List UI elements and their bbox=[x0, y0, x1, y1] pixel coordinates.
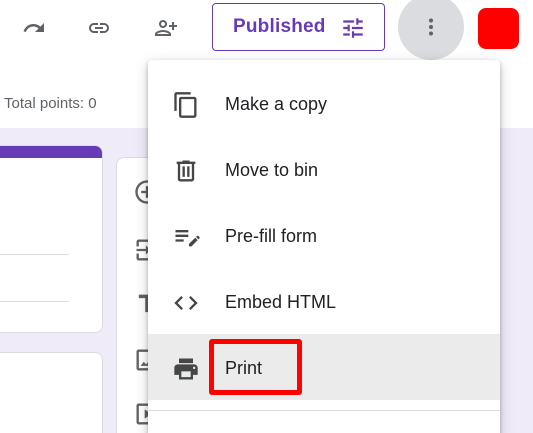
menu-item-print[interactable]: Print bbox=[148, 334, 500, 400]
menu-divider bbox=[148, 410, 500, 411]
question-card[interactable] bbox=[0, 352, 103, 433]
published-button[interactable]: Published bbox=[212, 3, 385, 51]
menu-item-label: Embed HTML bbox=[225, 292, 337, 312]
menu-item-make-a-copy[interactable]: Make a copy bbox=[148, 70, 500, 136]
menu-item-move-to-bin[interactable]: Move to bin bbox=[148, 136, 500, 202]
menu-item-embed-html[interactable]: Embed HTML bbox=[148, 268, 500, 334]
menu-item-pre-fill-form[interactable]: Pre-fill form bbox=[148, 202, 500, 268]
published-label: Published bbox=[233, 16, 326, 37]
link-icon[interactable] bbox=[79, 8, 119, 48]
prefill-icon bbox=[172, 223, 200, 251]
menu-item-label: Make a copy bbox=[225, 94, 328, 114]
person-add-icon[interactable] bbox=[146, 8, 186, 48]
total-points: Total points: 0 bbox=[4, 95, 97, 112]
more-vert-icon bbox=[419, 15, 443, 39]
copy-icon bbox=[172, 91, 200, 119]
top-toolbar: Published bbox=[0, 0, 533, 60]
tune-icon bbox=[340, 15, 366, 41]
code-icon bbox=[172, 289, 200, 317]
avatar[interactable] bbox=[478, 8, 519, 49]
description-underline bbox=[0, 301, 69, 302]
print-icon bbox=[172, 355, 200, 383]
title-underline bbox=[0, 254, 69, 255]
form-accent-bar bbox=[0, 146, 102, 158]
more-options-menu: Make a copy Move to bin Pre-fill form Em… bbox=[148, 60, 500, 433]
redo-icon[interactable] bbox=[14, 8, 54, 48]
trash-icon bbox=[172, 157, 200, 185]
print-highlight-box bbox=[209, 339, 302, 395]
more-options-button[interactable] bbox=[398, 0, 464, 60]
form-title-card[interactable] bbox=[0, 145, 103, 333]
menu-item-label: Move to bin bbox=[225, 160, 319, 180]
menu-item-label: Pre-fill form bbox=[225, 226, 318, 246]
